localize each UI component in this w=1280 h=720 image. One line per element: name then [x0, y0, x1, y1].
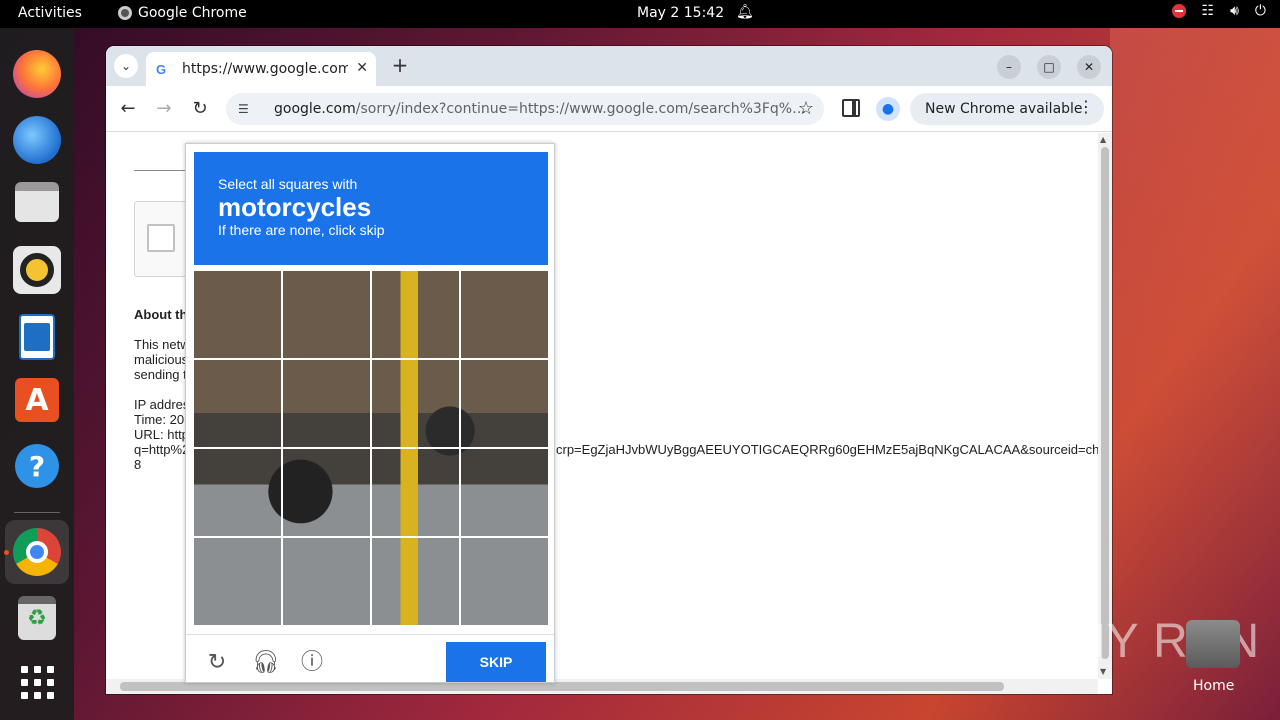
rhythmbox-icon[interactable]	[13, 246, 61, 294]
forward-button[interactable]: →	[151, 96, 177, 122]
dock: A ? ♻	[0, 28, 74, 720]
system-tray[interactable]: ☷ 🔊︎ ⏻	[1171, 3, 1266, 19]
new-tab-button[interactable]: +	[388, 54, 412, 78]
captcha-tile[interactable]	[283, 538, 370, 625]
dock-separator	[14, 512, 60, 513]
address-bar[interactable]: ☰ google.com/sorry/index?continue=https:…	[226, 93, 824, 125]
url-domain: google.com	[274, 101, 356, 117]
about-heading: About th	[134, 307, 188, 322]
chrome-icon	[118, 6, 132, 20]
text-line: q=http%2	[134, 442, 190, 457]
vertical-scrollbar[interactable]: ▲ ▼	[1098, 133, 1112, 679]
tab-search-button[interactable]: ⌄	[114, 54, 138, 78]
reload-button[interactable]: ↻	[187, 96, 213, 122]
app-name: Google Chrome	[138, 5, 247, 21]
tab-close-icon[interactable]: ✕	[356, 60, 368, 76]
show-apps-icon[interactable]	[13, 658, 61, 706]
url-path: /sorry/index?continue=https://www.google…	[355, 101, 808, 117]
text-line: sending t	[134, 367, 187, 382]
text-line: malicious	[134, 352, 189, 367]
info-icon[interactable]: ⓘ	[299, 650, 325, 676]
close-window-button[interactable]: ✕	[1077, 55, 1101, 79]
do-not-disturb-icon	[1171, 4, 1186, 18]
divider	[186, 634, 554, 635]
captcha-tile[interactable]	[194, 271, 281, 358]
horizontal-scroll-thumb[interactable]	[120, 682, 1004, 691]
about-paragraph: This netw malicious sending t	[134, 337, 190, 382]
text-line: IP addres	[134, 397, 190, 412]
network-icon: ☷	[1201, 3, 1215, 19]
minimize-button[interactable]: –	[997, 55, 1021, 79]
captcha-tile[interactable]	[461, 538, 548, 625]
maximize-button[interactable]: □	[1037, 55, 1061, 79]
request-details: IP addres Time: 20 URL: http q=http%2 8	[134, 397, 189, 472]
captcha-tile[interactable]	[372, 449, 459, 536]
home-folder-icon[interactable]	[1186, 620, 1240, 668]
thunderbird-icon[interactable]	[13, 116, 61, 164]
profile-avatar-icon[interactable]: ●	[876, 97, 900, 121]
skip-button[interactable]: SKIP	[446, 642, 546, 682]
libreoffice-writer-icon[interactable]	[19, 314, 55, 360]
reload-icon[interactable]: ↻	[204, 650, 230, 676]
text-line: This netw	[134, 337, 190, 352]
captcha-tile[interactable]	[283, 449, 370, 536]
clock[interactable]: May 2 15:42	[637, 5, 724, 21]
vertical-scroll-thumb[interactable]	[1101, 147, 1109, 659]
bookmark-star-icon[interactable]: ☆	[798, 98, 814, 119]
volume-icon: 🔊︎	[1230, 3, 1239, 19]
captcha-header: Select all squares with motorcycles If t…	[194, 152, 548, 265]
firefox-icon[interactable]	[13, 50, 61, 98]
captcha-tile[interactable]	[461, 360, 548, 447]
captcha-tile[interactable]	[283, 271, 370, 358]
browser-toolbar: ← → ↻ ☰ google.com/sorry/index?continue=…	[106, 86, 1112, 132]
side-panel-icon[interactable]	[842, 99, 860, 117]
chevron-down-icon: ⌄	[120, 59, 132, 73]
help-icon[interactable]: ?	[15, 444, 59, 488]
site-info-icon[interactable]: ☰	[238, 102, 256, 116]
tab-title: https://www.google.com	[182, 61, 348, 77]
captcha-hint: If there are none, click skip	[218, 222, 385, 238]
home-label: Home	[1193, 678, 1235, 694]
captcha-tile[interactable]	[194, 449, 281, 536]
captcha-tile[interactable]	[461, 271, 548, 358]
url-tail-text: crp=EgZjaHJvbWUyBggAEEUYOTIGCAEQRRg60gEH…	[556, 442, 1098, 457]
update-label: New Chrome available	[925, 101, 1083, 117]
app-menu[interactable]: Google Chrome	[118, 5, 247, 21]
headphones-icon[interactable]: 🎧︎	[252, 650, 280, 676]
app-center-icon[interactable]: A	[15, 378, 59, 422]
google-favicon-icon: G	[156, 61, 167, 77]
text-line: 8	[134, 457, 142, 472]
kebab-menu-icon[interactable]: ⋮	[1078, 97, 1094, 116]
trash-icon[interactable]: ♻	[18, 596, 56, 640]
text-line: Time: 20	[134, 412, 185, 427]
captcha-challenge: Select all squares with motorcycles If t…	[185, 143, 555, 683]
captcha-keyword: motorcycles	[218, 192, 372, 222]
captcha-tile[interactable]	[372, 360, 459, 447]
captcha-tile[interactable]	[283, 360, 370, 447]
chrome-icon	[13, 528, 61, 576]
captcha-tile[interactable]	[372, 538, 459, 625]
tab-google[interactable]: G https://www.google.com ✕	[146, 52, 376, 86]
files-icon[interactable]	[15, 182, 59, 222]
running-indicator	[4, 550, 9, 555]
captcha-tile[interactable]	[461, 449, 548, 536]
power-icon: ⏻	[1254, 3, 1266, 19]
captcha-tile[interactable]	[194, 538, 281, 625]
tab-strip: ⌄ G https://www.google.com ✕ + – □ ✕	[106, 46, 1112, 86]
notification-bell-icon[interactable]: 🔔︎	[736, 4, 754, 20]
captcha-instruction: Select all squares with	[218, 176, 358, 192]
activities-button[interactable]: Activities	[18, 5, 82, 21]
recaptcha-checkbox[interactable]	[147, 224, 175, 252]
captcha-image-grid	[194, 271, 548, 625]
captcha-tile[interactable]	[194, 360, 281, 447]
new-chrome-available-button[interactable]: New Chrome available ⋮	[910, 93, 1104, 125]
text-line: URL: http	[134, 427, 189, 442]
back-button[interactable]: ←	[115, 96, 141, 122]
chrome-dock-item[interactable]	[5, 520, 69, 584]
captcha-tile[interactable]	[372, 271, 459, 358]
top-bar: Activities Google Chrome May 2 15:42 🔔︎ …	[0, 0, 1280, 28]
scroll-up-icon[interactable]: ▲	[1100, 135, 1106, 144]
